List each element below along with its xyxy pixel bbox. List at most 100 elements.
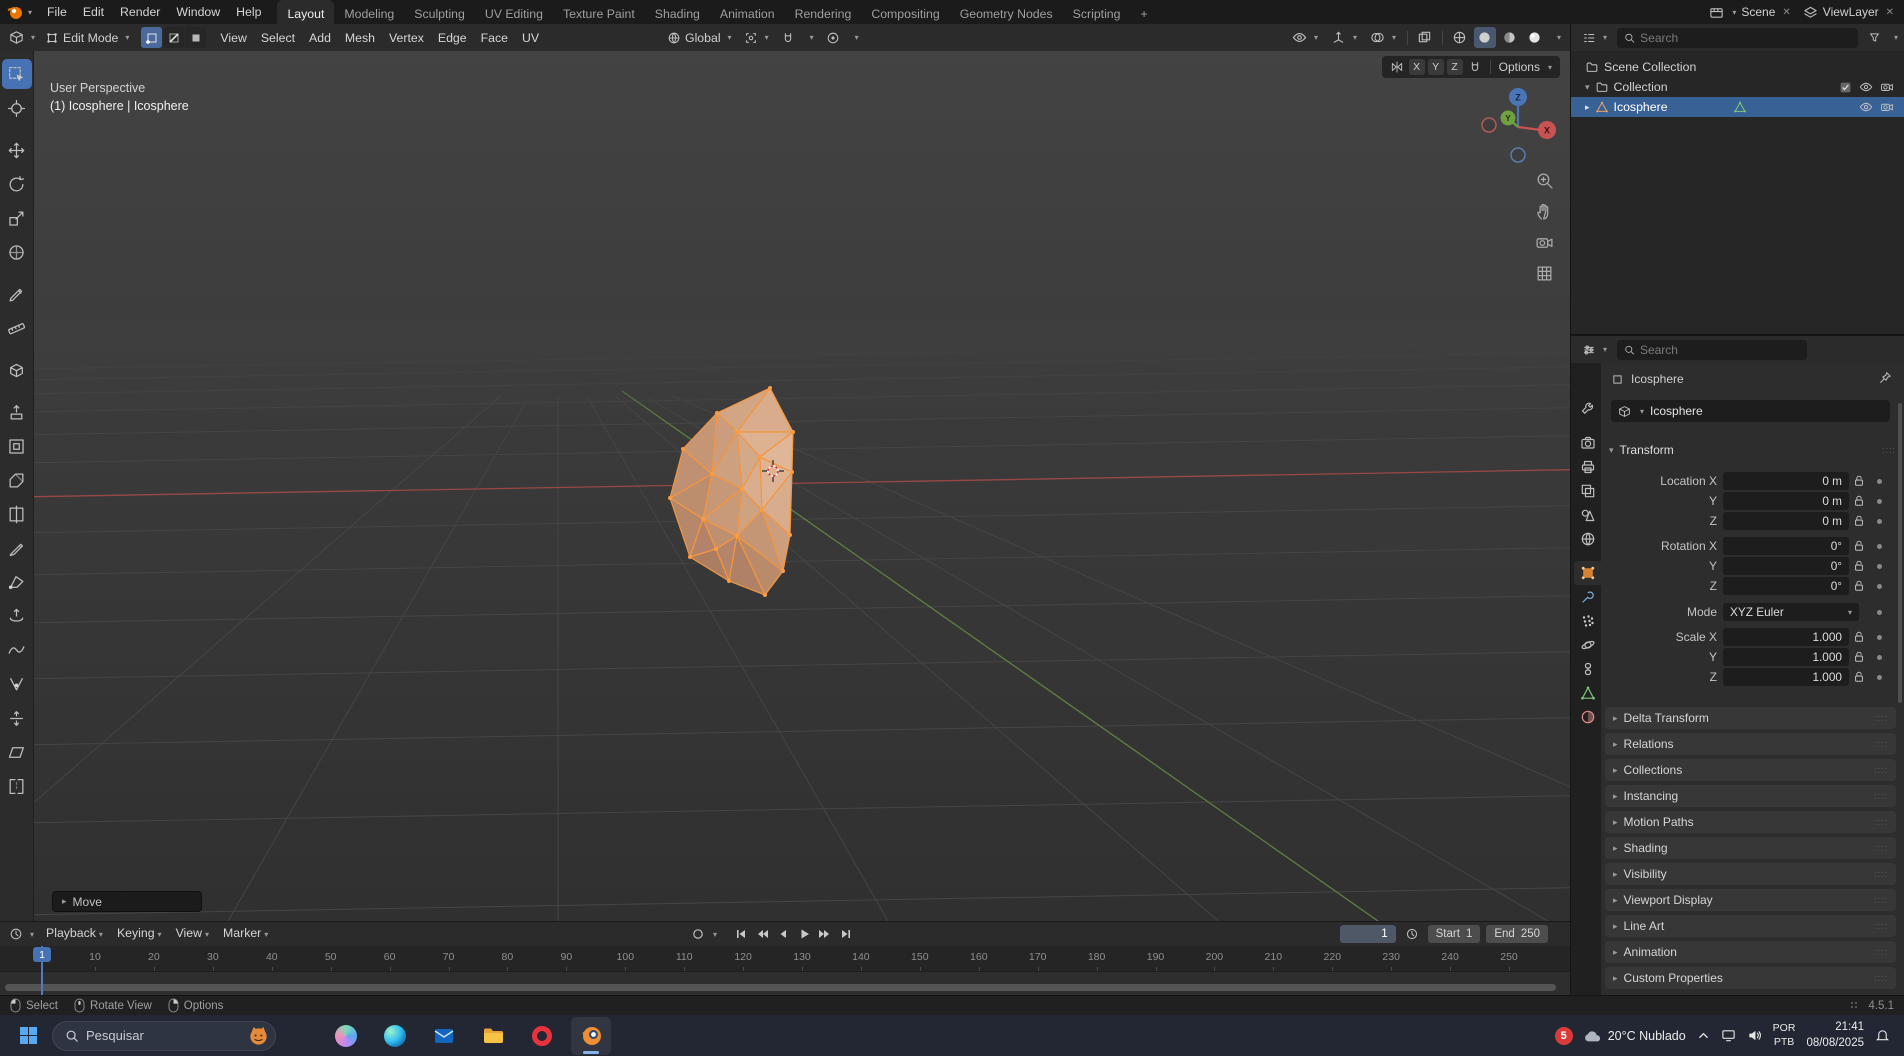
properties-scrollbar[interactable] (1898, 403, 1902, 703)
panel-line-art[interactable]: ▸ Line Art:::: (1605, 915, 1896, 937)
mirror-z-toggle[interactable]: Z (1446, 59, 1463, 75)
properties-tab-render[interactable] (1574, 431, 1601, 455)
tool-smooth[interactable] (2, 635, 32, 665)
start-button[interactable] (8, 1017, 48, 1055)
taskbar-search-input[interactable] (86, 1028, 240, 1043)
snap-toggle-button[interactable] (776, 27, 800, 49)
properties-search[interactable] (1617, 339, 1808, 360)
animate-dot[interactable] (1877, 610, 1882, 615)
field-rotation-x[interactable]: 0° (1723, 537, 1849, 555)
expand-arrow-icon[interactable]: ▸ (1585, 102, 1590, 113)
timeline-menu-playback[interactable]: Playback ▾ (39, 921, 110, 947)
preview-range-toggle[interactable] (1402, 924, 1422, 944)
animate-dot[interactable] (1877, 564, 1882, 569)
animate-dot[interactable] (1877, 519, 1882, 524)
tool-shrink-fatten[interactable] (2, 703, 32, 733)
tool-annotate[interactable] (2, 279, 32, 309)
weather-widget[interactable]: 20°C Nublado (1584, 1029, 1686, 1043)
tool-knife[interactable] (2, 533, 32, 563)
tool-transform[interactable] (2, 237, 32, 267)
lock-icon[interactable] (1853, 630, 1865, 643)
taskbar-app-outlook[interactable] (424, 1017, 464, 1055)
tool-rotate[interactable] (2, 169, 32, 199)
lock-icon[interactable] (1853, 514, 1865, 527)
properties-tab-particles[interactable] (1574, 609, 1601, 633)
zoom-tool-icon[interactable] (1532, 168, 1556, 192)
toggle-ortho-icon[interactable] (1532, 261, 1556, 285)
properties-tab-object-data[interactable] (1574, 681, 1601, 705)
panel-motion-paths[interactable]: ▸ Motion Paths:::: (1605, 811, 1896, 833)
panel-collections[interactable]: ▸ Collections:::: (1605, 759, 1896, 781)
workspace-tab-shading[interactable]: Shading (645, 0, 710, 24)
field-y[interactable]: 0 m (1723, 492, 1849, 510)
taskbar-search[interactable] (52, 1020, 276, 1051)
start-frame-field[interactable]: Start 1 (1427, 925, 1481, 943)
animate-dot[interactable] (1877, 584, 1882, 589)
checkbox-icon[interactable] (1839, 81, 1852, 94)
panel-shading[interactable]: ▸ Shading:::: (1605, 837, 1896, 859)
timeline-menu-marker[interactable]: Marker ▾ (216, 921, 275, 947)
outliner-row-collection[interactable]: ▾ Collection (1571, 77, 1904, 97)
viewport-menu-add[interactable]: Add (302, 26, 338, 50)
lock-icon[interactable] (1853, 650, 1865, 663)
tool-select-box[interactable] (1, 59, 32, 89)
view-layer-selector[interactable]: ViewLayer ✕ (1803, 5, 1896, 20)
jump-to-prev-keyframe-button[interactable] (752, 924, 772, 944)
disable-camera-icon[interactable] (1880, 100, 1894, 114)
clock-widget[interactable]: 21:41 08/08/2025 (1806, 1020, 1864, 1051)
jump-to-next-keyframe-button[interactable] (815, 924, 835, 944)
proportional-falloff-dropdown[interactable]: ▾ (847, 27, 864, 49)
tool-measure[interactable] (2, 313, 32, 343)
workspace-tab-layout[interactable]: Layout (277, 0, 335, 24)
properties-tab-material[interactable] (1574, 705, 1601, 729)
taskbar-app-file-explorer[interactable] (473, 1017, 513, 1055)
animate-dot[interactable] (1877, 655, 1882, 660)
panel-relations[interactable]: ▸ Relations:::: (1605, 733, 1896, 755)
tool-extrude-region[interactable] (2, 397, 32, 427)
animate-dot[interactable] (1877, 499, 1882, 504)
jump-to-start-button[interactable] (731, 924, 751, 944)
workspace-tab-scripting[interactable]: Scripting (1063, 0, 1131, 24)
shading-material-button[interactable] (1499, 27, 1521, 48)
viewport-menu-uv[interactable]: UV (515, 26, 546, 50)
transform-orientation-dropdown[interactable]: Global ▾ (662, 27, 737, 49)
panel-custom-properties[interactable]: ▸ Custom Properties:::: (1605, 967, 1896, 989)
xray-toggle[interactable] (1414, 27, 1436, 48)
viewport-menu-vertex[interactable]: Vertex (382, 26, 431, 50)
editor-type-button[interactable]: ▾ (4, 27, 40, 49)
tool-add-cube[interactable] (2, 355, 32, 385)
tool-inset-faces[interactable] (2, 431, 32, 461)
properties-tab-tool[interactable] (1574, 397, 1601, 421)
timeline-scrollbar[interactable] (5, 984, 1556, 991)
lock-icon[interactable] (1853, 559, 1865, 572)
properties-tab-object[interactable] (1574, 561, 1601, 585)
vertex-select-button[interactable] (141, 27, 163, 48)
properties-search-input[interactable] (1639, 342, 1801, 357)
animate-dot[interactable] (1877, 479, 1882, 484)
lock-icon[interactable] (1853, 539, 1865, 552)
field-y[interactable]: 1.000 (1723, 648, 1849, 666)
taskbar-app-edge[interactable] (375, 1017, 415, 1055)
panel-instancing[interactable]: ▸ Instancing:::: (1605, 785, 1896, 807)
workspace-tab-modeling[interactable]: Modeling (334, 0, 404, 24)
notification-bell-icon[interactable] (1875, 1028, 1890, 1043)
workspace-tab-animation[interactable]: Animation (710, 0, 785, 24)
rotation-mode-dropdown[interactable]: XYZ Euler ▾ (1723, 603, 1859, 621)
panel-viewport-display[interactable]: ▸ Viewport Display:::: (1605, 889, 1896, 911)
viewport-menu-select[interactable]: Select (254, 26, 302, 50)
timeline-ruler[interactable]: 10 20 30 40 50 60 70 80 90 100 110 120 130 140 150 160 1… (0, 946, 1570, 972)
pin-icon[interactable] (1878, 371, 1892, 385)
shading-wireframe-button[interactable] (1449, 27, 1471, 48)
outliner-search[interactable] (1617, 27, 1858, 48)
collapse-arrow-icon[interactable]: ▾ (1585, 82, 1590, 93)
editor-type-button-properties[interactable]: ▾ (1577, 339, 1612, 361)
disable-camera-icon[interactable] (1880, 80, 1894, 94)
workspace-tab-geometry-nodes[interactable]: Geometry Nodes (950, 0, 1063, 24)
play-button[interactable] (794, 924, 814, 944)
camera-view-icon[interactable] (1532, 230, 1556, 254)
edge-select-button[interactable] (163, 27, 185, 48)
display-tray-icon[interactable] (1721, 1028, 1736, 1043)
field-z[interactable]: 1.000 (1723, 668, 1849, 686)
outliner-row-scene-collection[interactable]: Scene Collection (1571, 57, 1904, 77)
search-highlight-cat-image[interactable] (247, 1024, 270, 1047)
